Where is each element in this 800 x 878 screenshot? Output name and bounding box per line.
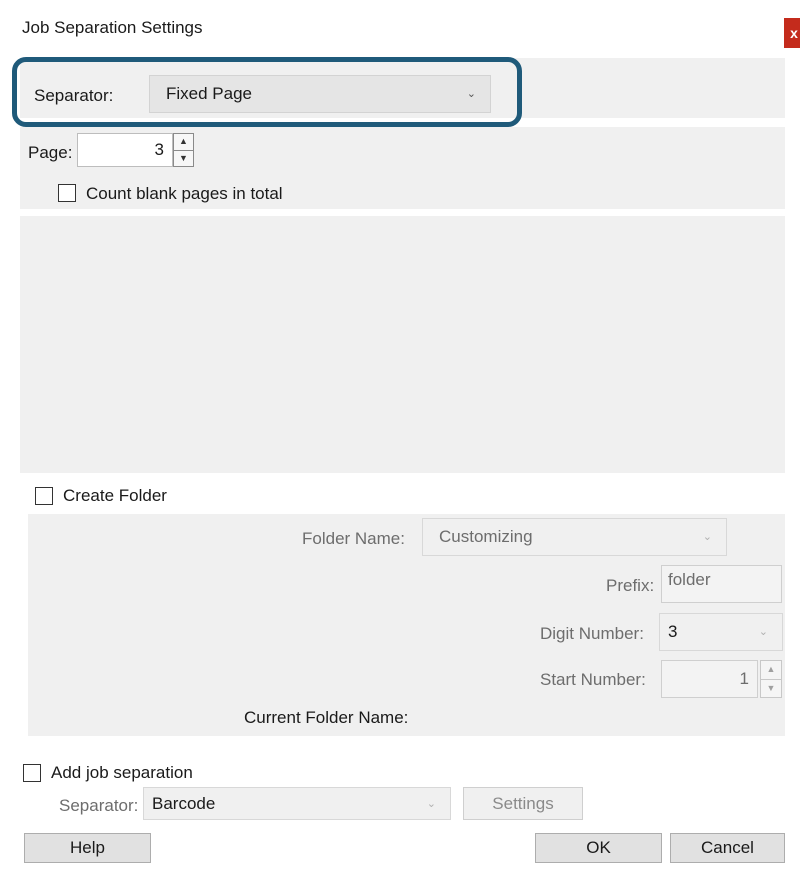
chevron-down-icon: ⌄ (758, 625, 768, 638)
prefix-value: folder (668, 570, 711, 589)
count-blank-label: Count blank pages in total (86, 184, 283, 203)
page-label: Page: (28, 143, 73, 162)
page-value: 3 (154, 140, 164, 159)
folder-name-value: Customizing (439, 527, 533, 546)
arrow-up-icon[interactable]: ▲ (173, 133, 194, 151)
start-number-value: 1 (739, 669, 749, 688)
prefix-label: Prefix: (606, 576, 655, 595)
job-separator-value: Barcode (152, 793, 216, 813)
current-folder-name-label: Current Folder Name: (244, 708, 409, 727)
window-title: Job Separation Settings (22, 18, 203, 37)
arrow-down-icon[interactable]: ▼ (173, 150, 194, 167)
page-stepper[interactable]: ▲ ▼ (173, 133, 194, 167)
create-folder-label: Create Folder (63, 486, 167, 505)
folder-name-label: Folder Name: (302, 529, 405, 548)
count-blank-checkbox[interactable] (58, 184, 76, 202)
help-button[interactable]: Help (24, 833, 151, 863)
close-button[interactable]: x (784, 18, 800, 48)
add-job-separation-checkbox[interactable] (23, 764, 41, 782)
digit-number-dropdown[interactable]: 3 ⌄ (659, 613, 783, 651)
job-separator-dropdown[interactable]: Barcode ⌄ (143, 787, 451, 820)
settings-button[interactable]: Settings (463, 787, 583, 820)
empty-panel (20, 216, 785, 473)
prefix-input[interactable]: folder (661, 565, 782, 603)
folder-name-dropdown[interactable]: Customizing ⌄ (422, 518, 727, 556)
start-number-label: Start Number: (540, 670, 646, 689)
ok-button[interactable]: OK (535, 833, 662, 863)
start-number-stepper[interactable]: ▲ ▼ (760, 660, 782, 698)
digit-number-value: 3 (668, 622, 678, 641)
separator-highlight-frame (12, 57, 522, 127)
page-input[interactable]: 3 (77, 133, 173, 167)
cancel-button[interactable]: Cancel (670, 833, 785, 863)
arrow-down-icon[interactable]: ▼ (760, 679, 782, 698)
digit-number-label: Digit Number: (540, 624, 644, 643)
add-job-separation-label: Add job separation (51, 763, 193, 782)
chevron-down-icon: ⌄ (426, 797, 436, 810)
chevron-down-icon: ⌄ (702, 530, 712, 543)
start-number-input[interactable]: 1 (661, 660, 758, 698)
create-folder-checkbox[interactable] (35, 487, 53, 505)
job-separator-label: Separator: (59, 796, 139, 815)
close-icon: x (790, 25, 798, 41)
arrow-up-icon[interactable]: ▲ (760, 660, 782, 680)
